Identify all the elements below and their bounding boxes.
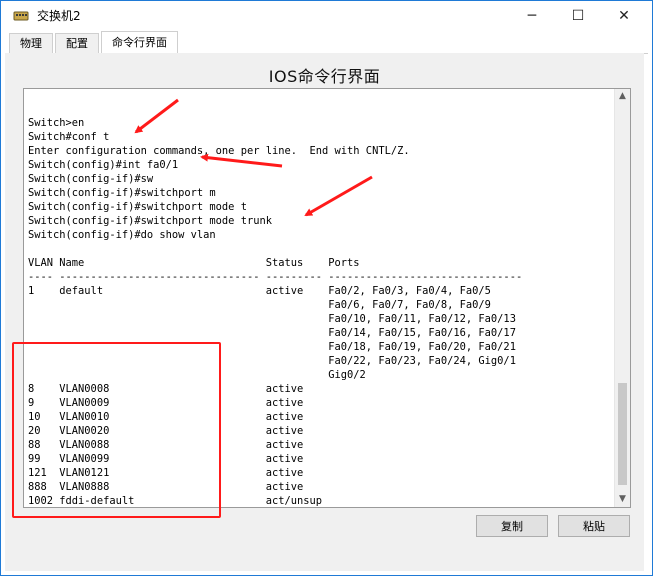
tab-cli[interactable]: 命令行界面 xyxy=(101,31,178,54)
maximize-icon: ☐ xyxy=(571,8,585,24)
console-line: Switch>en xyxy=(28,117,85,129)
scroll-thumb[interactable] xyxy=(618,383,627,485)
console-line: Fa0/10, Fa0/11, Fa0/12, Fa0/13 xyxy=(28,313,516,325)
tab-physical[interactable]: 物理 xyxy=(9,33,53,53)
scroll-down-icon[interactable]: ▼ xyxy=(615,492,630,507)
close-button[interactable]: ✕ xyxy=(601,1,647,31)
console-line: Switch(config-if)#sw xyxy=(28,173,154,185)
paste-button[interactable]: 粘贴 xyxy=(558,515,630,537)
tab-cli-label: 命令行界面 xyxy=(112,36,167,49)
console-line: Switch#conf t xyxy=(28,131,110,143)
minimize-icon: ─ xyxy=(527,8,537,24)
maximize-button[interactable]: ☐ xyxy=(555,1,601,31)
minimize-button[interactable]: ─ xyxy=(509,1,555,31)
console-line: Switch(config)#int fa0/1 xyxy=(28,159,179,171)
window-title: 交换机2 xyxy=(37,9,81,23)
tab-physical-label: 物理 xyxy=(20,37,42,50)
console-line: ---- -------------------------------- --… xyxy=(28,271,523,283)
annotation-highlight-box xyxy=(12,342,221,518)
console-line: Switch(config-if)#do show vlan xyxy=(28,229,216,241)
console-line: Fa0/6, Fa0/7, Fa0/8, Fa0/9 xyxy=(28,299,491,311)
scroll-up-icon[interactable]: ▲ xyxy=(615,89,630,104)
console-line: 1 default active Fa0/2, Fa0/3, Fa0/4, Fa… xyxy=(28,285,491,297)
panel-title: IOS命令行界面 xyxy=(268,67,381,86)
console-line: Fa0/14, Fa0/15, Fa0/16, Fa0/17 xyxy=(28,327,516,339)
copy-button[interactable]: 复制 xyxy=(476,515,548,537)
tab-config[interactable]: 配置 xyxy=(55,33,99,53)
console-line: Switch(config-if)#switchport m xyxy=(28,187,216,199)
console-scrollbar[interactable]: ▲ ▼ xyxy=(614,89,630,507)
close-icon: ✕ xyxy=(618,8,630,24)
tab-config-label: 配置 xyxy=(66,37,88,50)
console-line: VLAN Name Status Ports xyxy=(28,257,360,269)
console-line: Switch(config-if)#switchport mode trunk xyxy=(28,215,272,227)
console-line: Switch(config-if)#switchport mode t xyxy=(28,201,247,213)
tab-bar: 物理 配置 命令行界面 xyxy=(5,31,648,54)
console-line: Enter configuration commands, one per li… xyxy=(28,145,410,157)
title-bar: 交换机2 ─ ☐ ✕ xyxy=(1,1,652,31)
switch-app-icon xyxy=(13,11,29,21)
